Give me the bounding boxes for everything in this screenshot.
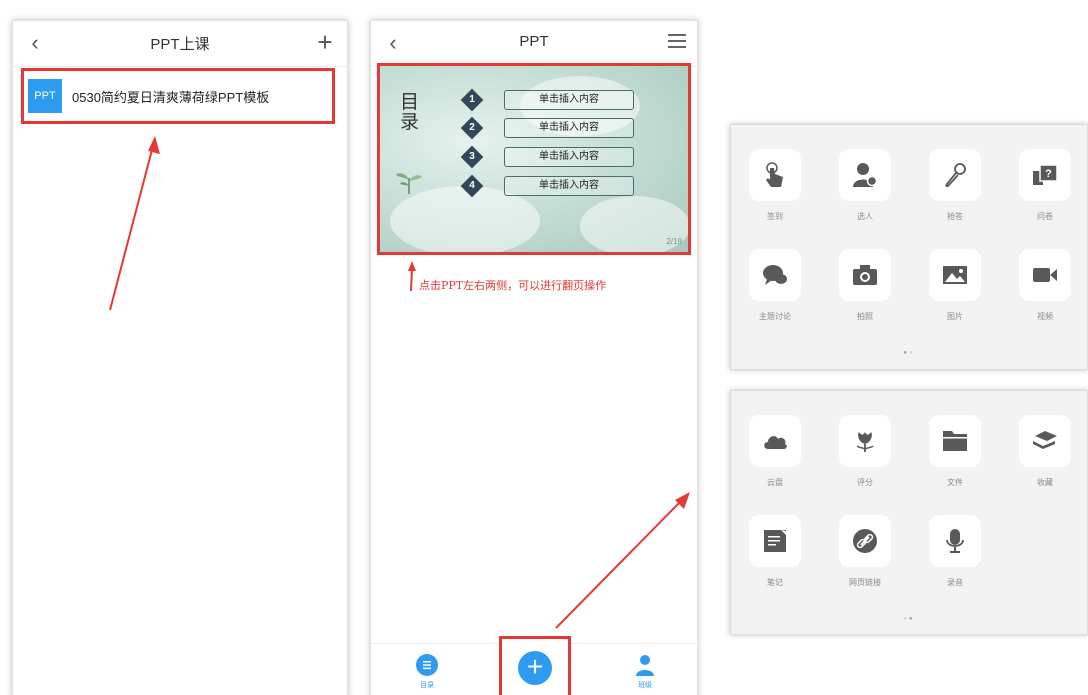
tab-catalog[interactable]: 目录 <box>407 654 447 695</box>
tool-label: 云盘 <box>767 478 783 487</box>
ppt-file-name: 0530简约夏日清爽薄荷绿PPT模板 <box>72 90 270 105</box>
tool-pick-person[interactable]: 选人 <box>837 149 893 229</box>
tool-quick-answer[interactable]: 抢答 <box>927 149 983 229</box>
image-icon <box>929 249 981 301</box>
video-icon <box>1019 249 1071 301</box>
flower-icon <box>839 415 891 467</box>
menu-icon[interactable] <box>667 34 687 50</box>
cloud-icon <box>749 415 801 467</box>
toc-item-label: 单击插入内容 <box>504 147 634 167</box>
toc-item-label: 单击插入内容 <box>504 176 634 196</box>
hand-tap-icon <box>749 149 801 201</box>
nav-bar: ‹ PPT上课 + <box>13 21 347 67</box>
tool-label: 签到 <box>767 212 783 221</box>
tool-label: 网页链接 <box>849 578 881 587</box>
hint-arrow-icon <box>408 261 416 291</box>
page-title: PPT <box>519 33 549 50</box>
slide-toc-item: 2 单击插入内容 <box>460 116 644 140</box>
tool-label: 图片 <box>947 312 963 321</box>
activity-panel-page-2: 云盘 评分 文件 收藏 笔记 网页链接 录音 ●● <box>730 390 1088 635</box>
camera-icon <box>839 249 891 301</box>
ppt-class-screen: ‹ PPT上课 + PPT 0530简约夏日清爽薄荷绿PPT模板 <box>12 20 348 695</box>
folder-icon <box>929 415 981 467</box>
plus-icon: + <box>518 651 552 685</box>
tool-label: 问卷 <box>1037 212 1053 221</box>
toc-number-badge: 4 <box>460 174 484 198</box>
ppt-slide[interactable]: 目录 1 单击插入内容 2 单击插入内容 3 单击插入内容 4 单击插入内容 2… <box>377 63 691 255</box>
page-indicator: ●● <box>903 616 915 622</box>
tool-file[interactable]: 文件 <box>927 415 983 495</box>
note-icon <box>749 515 801 567</box>
page-turn-hint: 点击PPT左右两侧，可以进行翻页操作 <box>419 279 607 292</box>
tool-label: 笔记 <box>767 578 783 587</box>
tab-label: 目录 <box>420 682 434 689</box>
microphone-icon <box>929 515 981 567</box>
tool-video[interactable]: 视频 <box>1017 249 1073 329</box>
slide-cloud-decoration <box>580 196 688 252</box>
tool-score[interactable]: 评分 <box>837 415 893 495</box>
slide-toc-item: 3 单击插入内容 <box>460 145 644 169</box>
toc-number-badge: 3 <box>460 145 484 169</box>
tool-questionnaire[interactable]: ? 问卷 <box>1017 149 1073 229</box>
microphone-icon <box>929 149 981 201</box>
tool-notes[interactable]: 笔记 <box>747 515 803 595</box>
tool-web-link[interactable]: 网页链接 <box>837 515 893 595</box>
tool-cloud-drive[interactable]: 云盘 <box>747 415 803 495</box>
add-activity-button[interactable]: + <box>499 636 571 695</box>
toc-number-badge: 1 <box>460 88 484 112</box>
ppt-screen: ‹ PPT 目录 1 单击插入内容 2 单击插入内容 3 单击插入内容 4 单击… <box>370 20 698 695</box>
tab-class[interactable]: 班级 <box>625 654 665 695</box>
link-icon <box>839 515 891 567</box>
toc-item-label: 单击插入内容 <box>504 90 634 110</box>
tab-label: 班级 <box>638 682 652 689</box>
tool-label: 收藏 <box>1037 478 1053 487</box>
page-title: PPT上课 <box>150 36 210 53</box>
tool-image[interactable]: 图片 <box>927 249 983 329</box>
tool-favorites[interactable]: 收藏 <box>1017 415 1073 495</box>
tool-recording[interactable]: 录音 <box>927 515 983 595</box>
add-icon[interactable]: + <box>313 27 337 57</box>
tool-label: 抢答 <box>947 212 963 221</box>
catalog-icon <box>416 654 438 676</box>
tool-label: 文件 <box>947 478 963 487</box>
slide-toc-item: 4 单击插入内容 <box>460 174 644 198</box>
tool-label: 主题讨论 <box>759 312 791 321</box>
svg-text:?: ? <box>1045 168 1052 180</box>
slide-toc-item: 1 单击插入内容 <box>460 88 644 112</box>
tool-sign-in[interactable]: 签到 <box>747 149 803 229</box>
person-icon <box>634 654 656 676</box>
person-icon <box>839 149 891 201</box>
plant-icon <box>396 173 422 194</box>
ppt-file-item[interactable]: PPT 0530简约夏日清爽薄荷绿PPT模板 <box>21 68 335 124</box>
tool-photo[interactable]: 拍照 <box>837 249 893 329</box>
tool-label: 选人 <box>857 212 873 221</box>
ppt-file-badge: PPT <box>28 79 62 113</box>
tool-label: 拍照 <box>857 312 873 321</box>
toc-item-label: 单击插入内容 <box>504 118 634 138</box>
activity-panel-page-1: 签到 选人 抢答 ? 问卷 主题讨论 拍照 图片 视频 ●● <box>730 124 1088 370</box>
slide-page-number: 2/19 <box>666 237 682 246</box>
toc-number-badge: 2 <box>460 116 484 140</box>
tool-label: 录音 <box>947 578 963 587</box>
nav-bar: ‹ PPT <box>371 21 697 67</box>
chat-bubble-icon <box>749 249 801 301</box>
questionnaire-icon: ? <box>1019 149 1071 201</box>
tool-discussion[interactable]: 主题讨论 <box>747 249 803 329</box>
tool-label: 视频 <box>1037 312 1053 321</box>
page-indicator: ●● <box>903 350 915 356</box>
slide-heading: 目录 <box>400 91 420 133</box>
bookmark-icon <box>1019 415 1071 467</box>
tool-label: 评分 <box>857 478 873 487</box>
tutorial-canvas: ‹ PPT上课 + PPT 0530简约夏日清爽薄荷绿PPT模板 ‹ PPT 目… <box>0 0 1088 695</box>
